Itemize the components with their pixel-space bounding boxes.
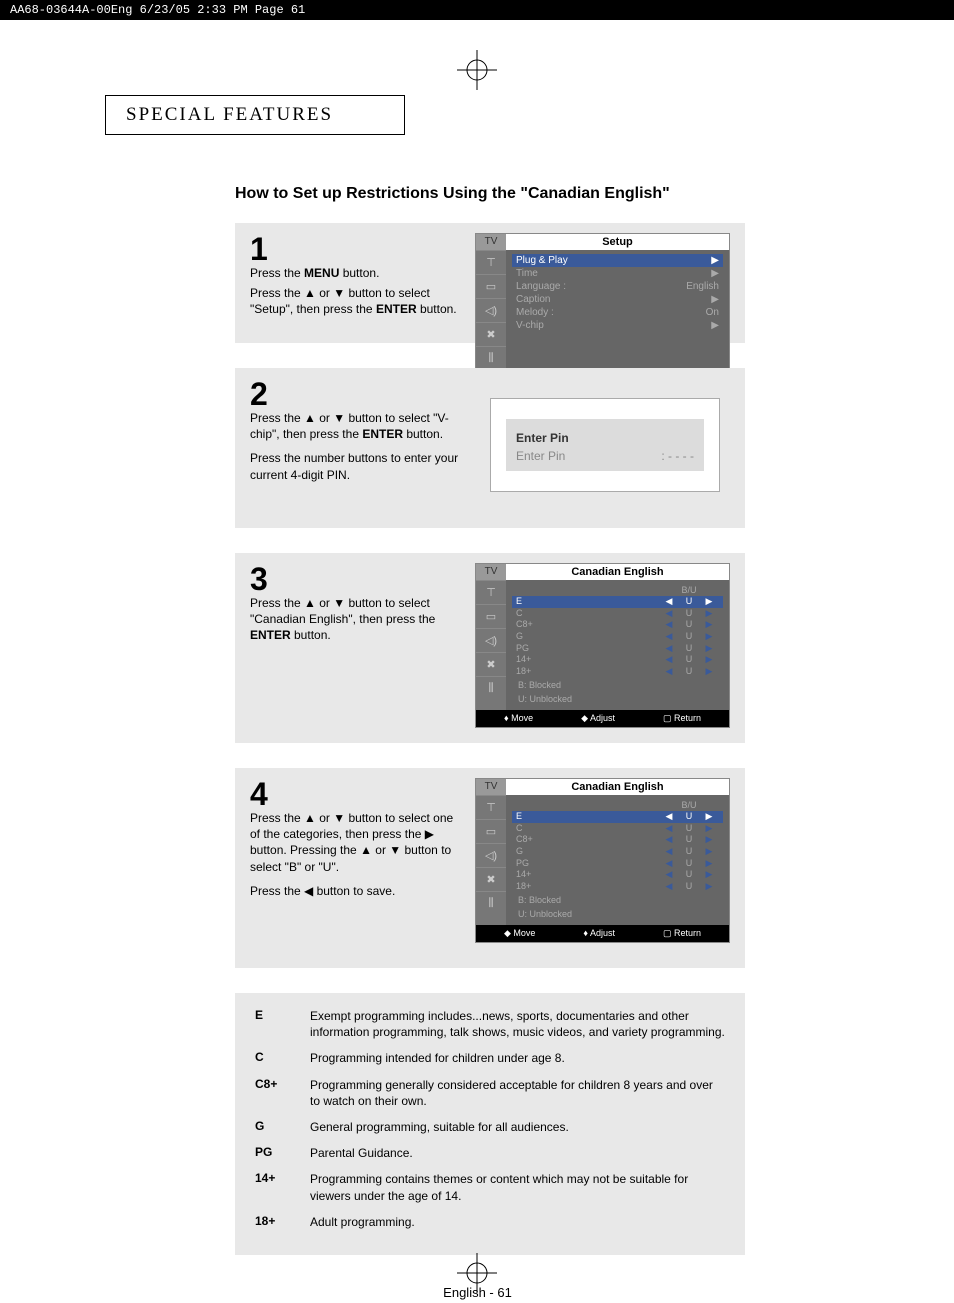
step-text: Press the ▲ or ▼ button to select "Canad… [250,595,460,644]
sliders-icon: ⫼ [476,891,506,915]
legend-unblocked: U: Unblocked [512,907,723,921]
osd-canadian-english: TVCanadian English ⊤ ▭ ◁) ✖ ⫼ B/U E◀U▶C◀… [475,778,730,943]
rating-definition: GGeneral programming, suitable for all a… [255,1119,725,1135]
osd-menu-row: Melody :On [512,306,723,319]
osd-pin: Enter Pin Enter Pin : - - - - [490,398,720,492]
sliders-icon: ⫼ [476,346,506,370]
legend-blocked: B: Blocked [512,893,723,907]
osd-sidebar-icons: ⊤ ▭ ◁) ✖ ⫼ [476,580,506,710]
wrench-icon: ✖ [476,652,506,676]
antenna-icon: ⊤ [476,580,506,604]
picture-icon: ▭ [476,604,506,628]
step-text: Press the number buttons to enter your c… [250,450,460,482]
pin-label: Enter Pin [516,449,565,463]
antenna-icon: ⊤ [476,795,506,819]
rating-row: 18+◀U▶ [512,881,723,893]
rating-row: E◀U▶ [512,596,723,608]
step-3: 3 Press the ▲ or ▼ button to select "Can… [235,553,745,743]
osd-setup: TVSetup ⊤ ▭ ◁) ✖ ⫼ Plug & Play▶Time▶Lang… [475,233,730,388]
rating-row: G◀U▶ [512,631,723,643]
rating-row: 14+◀U▶ [512,654,723,666]
pin-value: : - - - - [661,449,694,463]
wrench-icon: ✖ [476,867,506,891]
rating-row: 14+◀U▶ [512,869,723,881]
rating-definition: PGParental Guidance. [255,1145,725,1161]
rating-definition: CProgramming intended for children under… [255,1050,725,1066]
step-2: 2 Press the ▲ or ▼ button to select "V-c… [235,368,745,528]
osd-menu-row: Time▶ [512,267,723,280]
foot-move: ◆ Move [504,928,535,939]
pin-title: Enter Pin [516,431,694,445]
rating-row: C8+◀U▶ [512,834,723,846]
osd-menu-row: Caption▶ [512,293,723,306]
sound-icon: ◁) [476,628,506,652]
ratings-definitions: EExempt programming includes...news, spo… [235,993,745,1255]
rating-row: C8+◀U▶ [512,619,723,631]
section-title: SPECIAL FEATURES [105,95,405,135]
antenna-icon: ⊤ [476,250,506,274]
page-title: How to Set up Restrictions Using the "Ca… [235,185,850,203]
rating-row: G◀U▶ [512,846,723,858]
foot-return: ▢ Return [663,928,701,939]
step-text: Press the MENU button. [250,265,460,281]
osd-canadian-english: TVCanadian English ⊤ ▭ ◁) ✖ ⫼ B/U E◀U▶C◀… [475,563,730,728]
step-4: 4 Press the ▲ or ▼ button to select one … [235,768,745,968]
rating-row: PG◀U▶ [512,858,723,870]
registration-mark-bottom [457,1253,497,1293]
rating-definition: C8+Programming generally considered acce… [255,1077,725,1109]
print-header: AA68-03644A-00Eng 6/23/05 2:33 PM Page 6… [0,0,954,20]
step-text: Press the ▲ or ▼ button to select "Setup… [250,285,460,317]
rating-definition: EExempt programming includes...news, spo… [255,1008,725,1040]
step-1: 1 Press the MENU button. Press the ▲ or … [235,223,745,343]
registration-mark-top [457,50,497,90]
rating-row: C◀U▶ [512,608,723,620]
sliders-icon: ⫼ [476,676,506,700]
rating-row: C◀U▶ [512,823,723,835]
osd-sidebar-icons: ⊤ ▭ ◁) ✖ ⫼ [476,795,506,925]
rating-row: PG◀U▶ [512,643,723,655]
osd-sidebar-icons: ⊤ ▭ ◁) ✖ ⫼ [476,250,506,370]
osd-menu-row: Language :English [512,280,723,293]
foot-return: ▢ Return [663,713,701,724]
osd-menu-row: Plug & Play▶ [512,254,723,267]
bu-header: B/U [659,585,719,595]
rating-definition: 14+Programming contains themes or conten… [255,1171,725,1203]
legend-unblocked: U: Unblocked [512,692,723,706]
picture-icon: ▭ [476,819,506,843]
foot-move: ♦ Move [504,713,533,724]
rating-row: E◀U▶ [512,811,723,823]
legend-blocked: B: Blocked [512,678,723,692]
step-text: Press the ▲ or ▼ button to select "V-chi… [250,410,460,442]
picture-icon: ▭ [476,274,506,298]
osd-menu-row: V-chip▶ [512,319,723,332]
step-text: Press the ▲ or ▼ button to select one of… [250,810,460,875]
foot-adjust: ♦ Adjust [583,928,615,939]
wrench-icon: ✖ [476,322,506,346]
sound-icon: ◁) [476,843,506,867]
bu-header: B/U [659,800,719,810]
rating-row: 18+◀U▶ [512,666,723,678]
step-text: Press the ◀ button to save. [250,883,460,899]
rating-definition: 18+Adult programming. [255,1214,725,1230]
sound-icon: ◁) [476,298,506,322]
foot-adjust: ◆ Adjust [581,713,615,724]
